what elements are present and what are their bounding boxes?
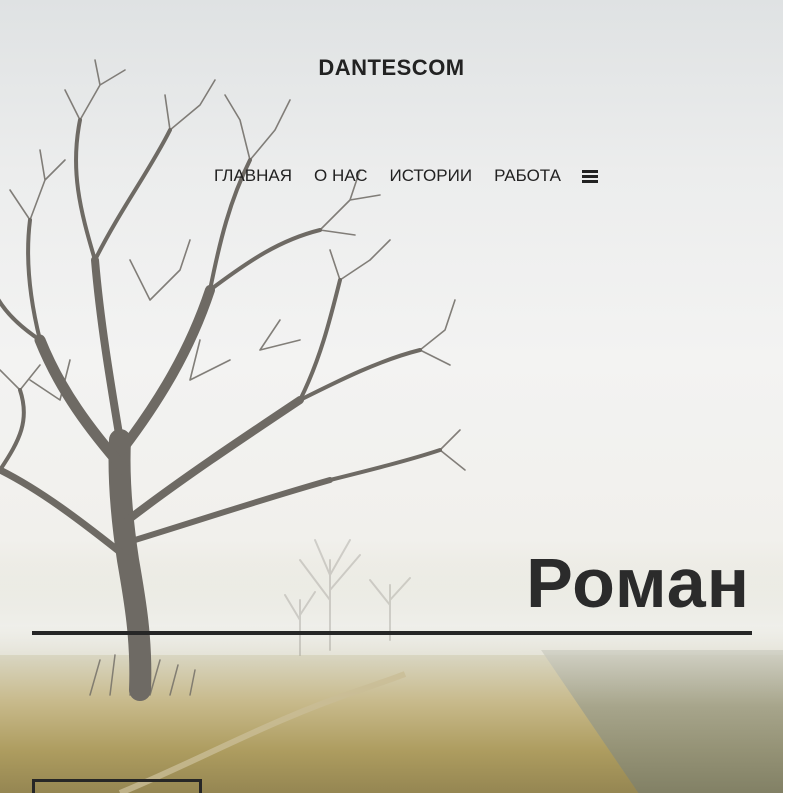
hero-section: DANTESCOM ГЛАВНАЯ О НАС ИСТОРИИ РАБОТА Р… (0, 0, 783, 793)
main-nav: ГЛАВНАЯ О НАС ИСТОРИИ РАБОТА (0, 166, 783, 186)
scrollbar[interactable] (783, 0, 800, 793)
nav-item-home[interactable]: ГЛАВНАЯ (214, 166, 292, 186)
site-logo[interactable]: DANTESCOM (0, 55, 783, 81)
nav-item-about[interactable]: О НАС (314, 166, 367, 186)
hamburger-menu-icon[interactable] (581, 169, 598, 183)
hero-cta-button[interactable] (32, 779, 202, 793)
nav-item-work[interactable]: РАБОТА (494, 166, 561, 186)
hero-divider (32, 631, 752, 635)
tree-illustration (0, 59, 466, 701)
hero-title: Роман (526, 544, 750, 622)
nav-item-stories[interactable]: ИСТОРИИ (390, 166, 473, 186)
